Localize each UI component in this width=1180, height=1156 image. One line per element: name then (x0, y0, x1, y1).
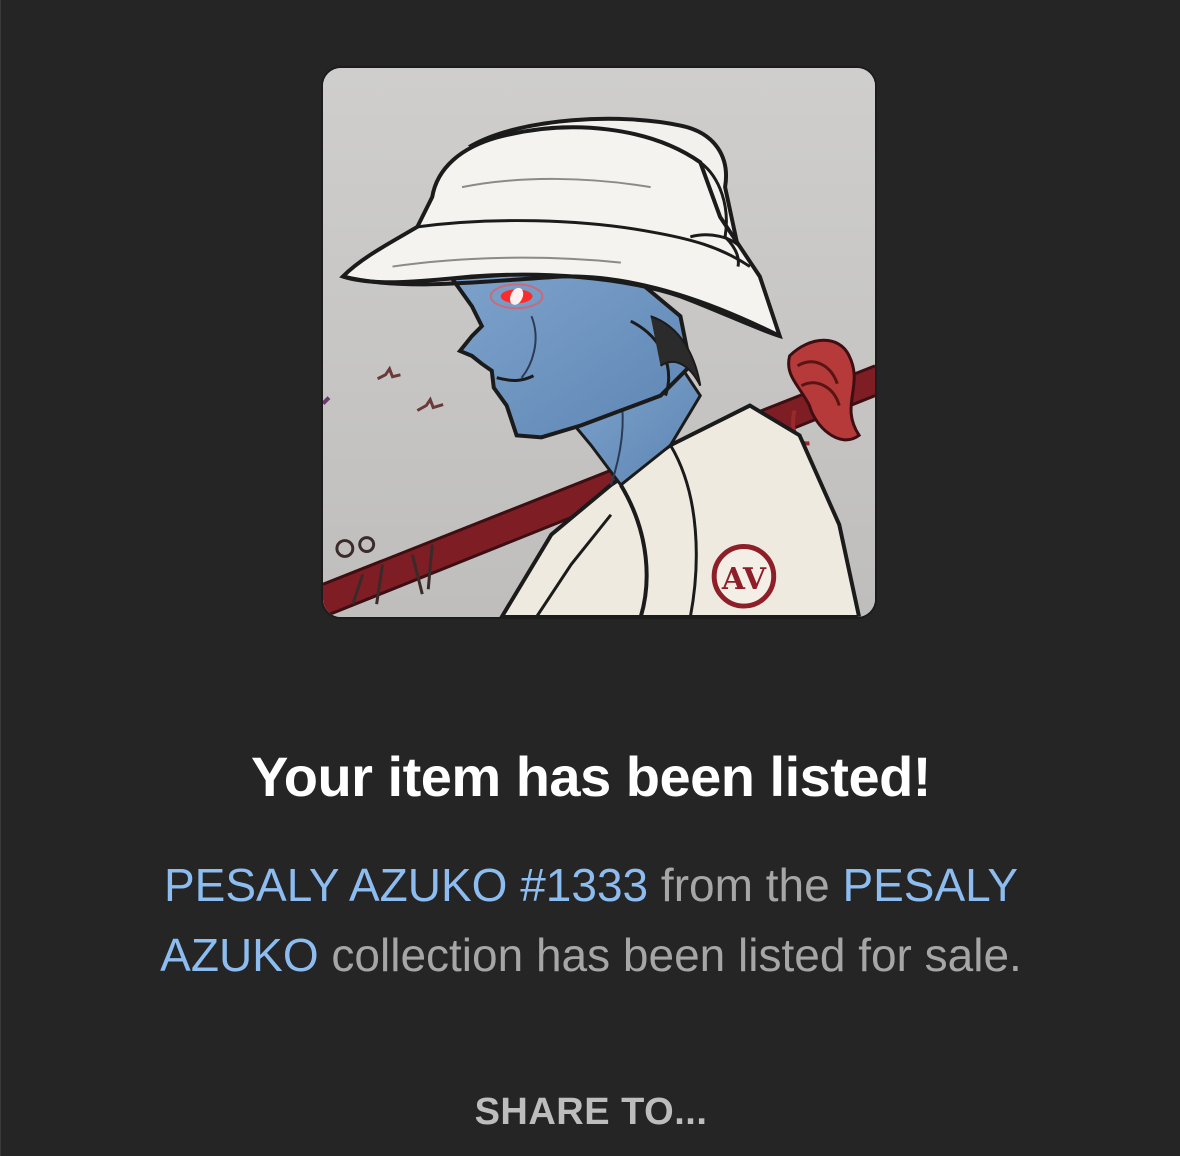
listing-success-dialog: AV Your item has been listed! PESALY AZU… (0, 0, 1180, 1156)
item-link[interactable]: PESALY AZUKO #1333 (164, 859, 648, 911)
message-end-text: collection has been listed for sale. (318, 929, 1022, 981)
nft-image[interactable]: AV (321, 66, 877, 619)
dialog-title: Your item has been listed! (251, 745, 931, 808)
share-to-label: SHARE TO... (474, 1091, 708, 1133)
samurai-artwork-icon: AV (323, 68, 875, 617)
message-middle-text: from the (648, 859, 843, 911)
emblem-text: AV (721, 562, 767, 597)
listing-message: PESALY AZUKO #1333 from the PESALY AZUKO… (101, 850, 1081, 990)
